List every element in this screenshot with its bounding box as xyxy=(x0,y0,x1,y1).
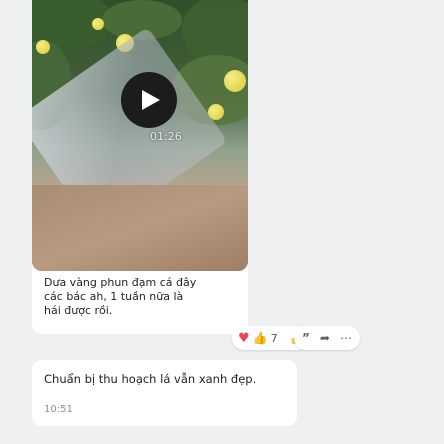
play-button[interactable] xyxy=(121,72,177,128)
message-text: Chuẩn bị thu hoạch lá vẫn xanh đẹp. xyxy=(44,372,257,386)
video-message-card: Dưa vàng phun đạm cá đây các bác ah, 1 t… xyxy=(32,264,248,334)
more-icon[interactable]: ⋯ xyxy=(340,331,352,345)
forward-icon[interactable]: ➦ xyxy=(320,331,330,345)
reaction-count: 7 xyxy=(270,331,278,345)
message-actions: ” ➦ ⋯ xyxy=(294,326,360,350)
video-thumbnail[interactable] xyxy=(32,0,248,271)
video-caption: Dưa vàng phun đạm cá đây các bác ah, 1 t… xyxy=(44,276,197,317)
thumbs-up-icon: 👍 xyxy=(252,331,268,345)
text-message: Chuẩn bị thu hoạch lá vẫn xanh đẹp. 10:5… xyxy=(32,360,297,426)
heart-icon: ♥ xyxy=(238,330,250,346)
video-message[interactable]: 01:26 xyxy=(32,0,248,271)
play-icon xyxy=(142,90,160,110)
quote-icon[interactable]: ” xyxy=(302,331,310,345)
video-duration: 01:26 xyxy=(150,130,182,143)
message-time: 10:51 xyxy=(44,404,73,415)
